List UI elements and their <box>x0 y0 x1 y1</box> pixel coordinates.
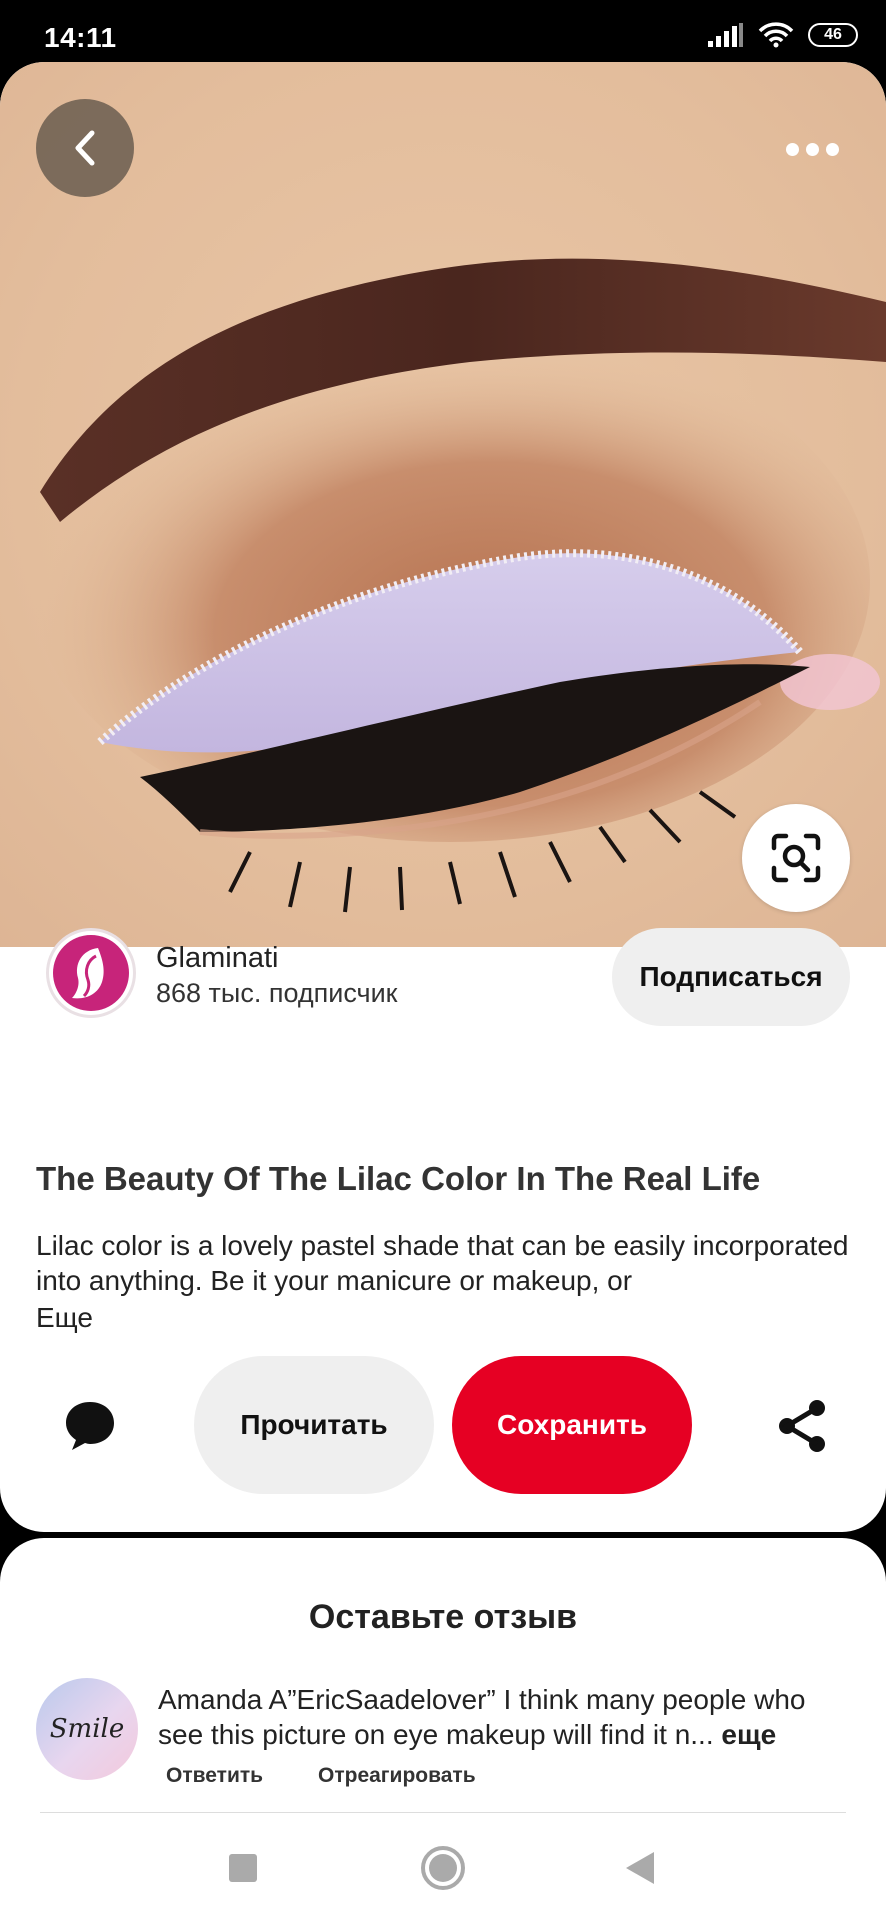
status-icons: 46 <box>708 22 858 48</box>
react-button[interactable]: Отреагировать <box>318 1764 476 1788</box>
status-time: 14:11 <box>44 22 117 53</box>
comments-title: Оставьте отзыв <box>308 1598 578 1636</box>
comment-body: Amanda A”EricSaadelover” I think many pe… <box>158 1684 806 1750</box>
creator-followers: 868 тыс. подписчик <box>156 978 398 1008</box>
creator-row: Glaminati 868 тыс. подписчик Подписаться <box>0 912 886 1026</box>
comment-avatar[interactable]: Smile <box>36 1678 138 1780</box>
wifi-icon <box>758 22 794 48</box>
comment-avatar-text: Smile <box>49 1714 125 1744</box>
back-button[interactable] <box>36 99 134 197</box>
more-options-button[interactable] <box>772 124 852 174</box>
divider <box>40 1812 846 1813</box>
system-nav-bar <box>0 1816 886 1920</box>
comment-icon <box>66 1402 114 1450</box>
pin-photo <box>0 62 886 947</box>
pin-description: Lilac color is a lovely pastel shade tha… <box>36 1230 849 1296</box>
battery-icon: 46 <box>808 23 858 47</box>
creator-avatar[interactable] <box>46 928 136 1018</box>
comment-more-link[interactable]: еще <box>721 1719 776 1750</box>
comment-button[interactable] <box>58 1394 122 1458</box>
save-button[interactable]: Сохранить <box>452 1356 692 1494</box>
home-button[interactable] <box>421 1846 465 1890</box>
back-arrow-icon <box>75 130 95 166</box>
system-back-button[interactable] <box>626 1852 654 1884</box>
comment-text: Amanda A”EricSaadelover” I think many pe… <box>158 1682 858 1752</box>
share-icon <box>779 1400 825 1452</box>
status-bar: 14:11 46 <box>0 0 886 62</box>
pin-card: Glaminati 868 тыс. подписчик Подписаться… <box>0 62 886 1532</box>
home-icon <box>429 1854 457 1882</box>
description-more-link[interactable]: Еще <box>36 1302 93 1334</box>
pin-title: The Beauty Of The Lilac Color In The Rea… <box>36 1160 761 1197</box>
more-dots-icon <box>785 142 799 156</box>
share-button[interactable] <box>770 1394 834 1458</box>
creator-name[interactable]: Glaminati <box>156 942 279 975</box>
visual-search-icon <box>771 833 821 883</box>
signal-icon <box>708 23 743 47</box>
read-button[interactable]: Прочитать <box>194 1356 434 1494</box>
pin-image[interactable] <box>0 62 886 947</box>
follow-button[interactable]: Подписаться <box>612 928 850 1026</box>
visual-search-button[interactable] <box>742 804 850 912</box>
glaminati-logo <box>53 935 129 1011</box>
recents-button[interactable] <box>229 1854 257 1882</box>
reply-button[interactable]: Ответить <box>166 1764 263 1788</box>
action-bar: Прочитать Сохранить <box>0 1356 886 1496</box>
